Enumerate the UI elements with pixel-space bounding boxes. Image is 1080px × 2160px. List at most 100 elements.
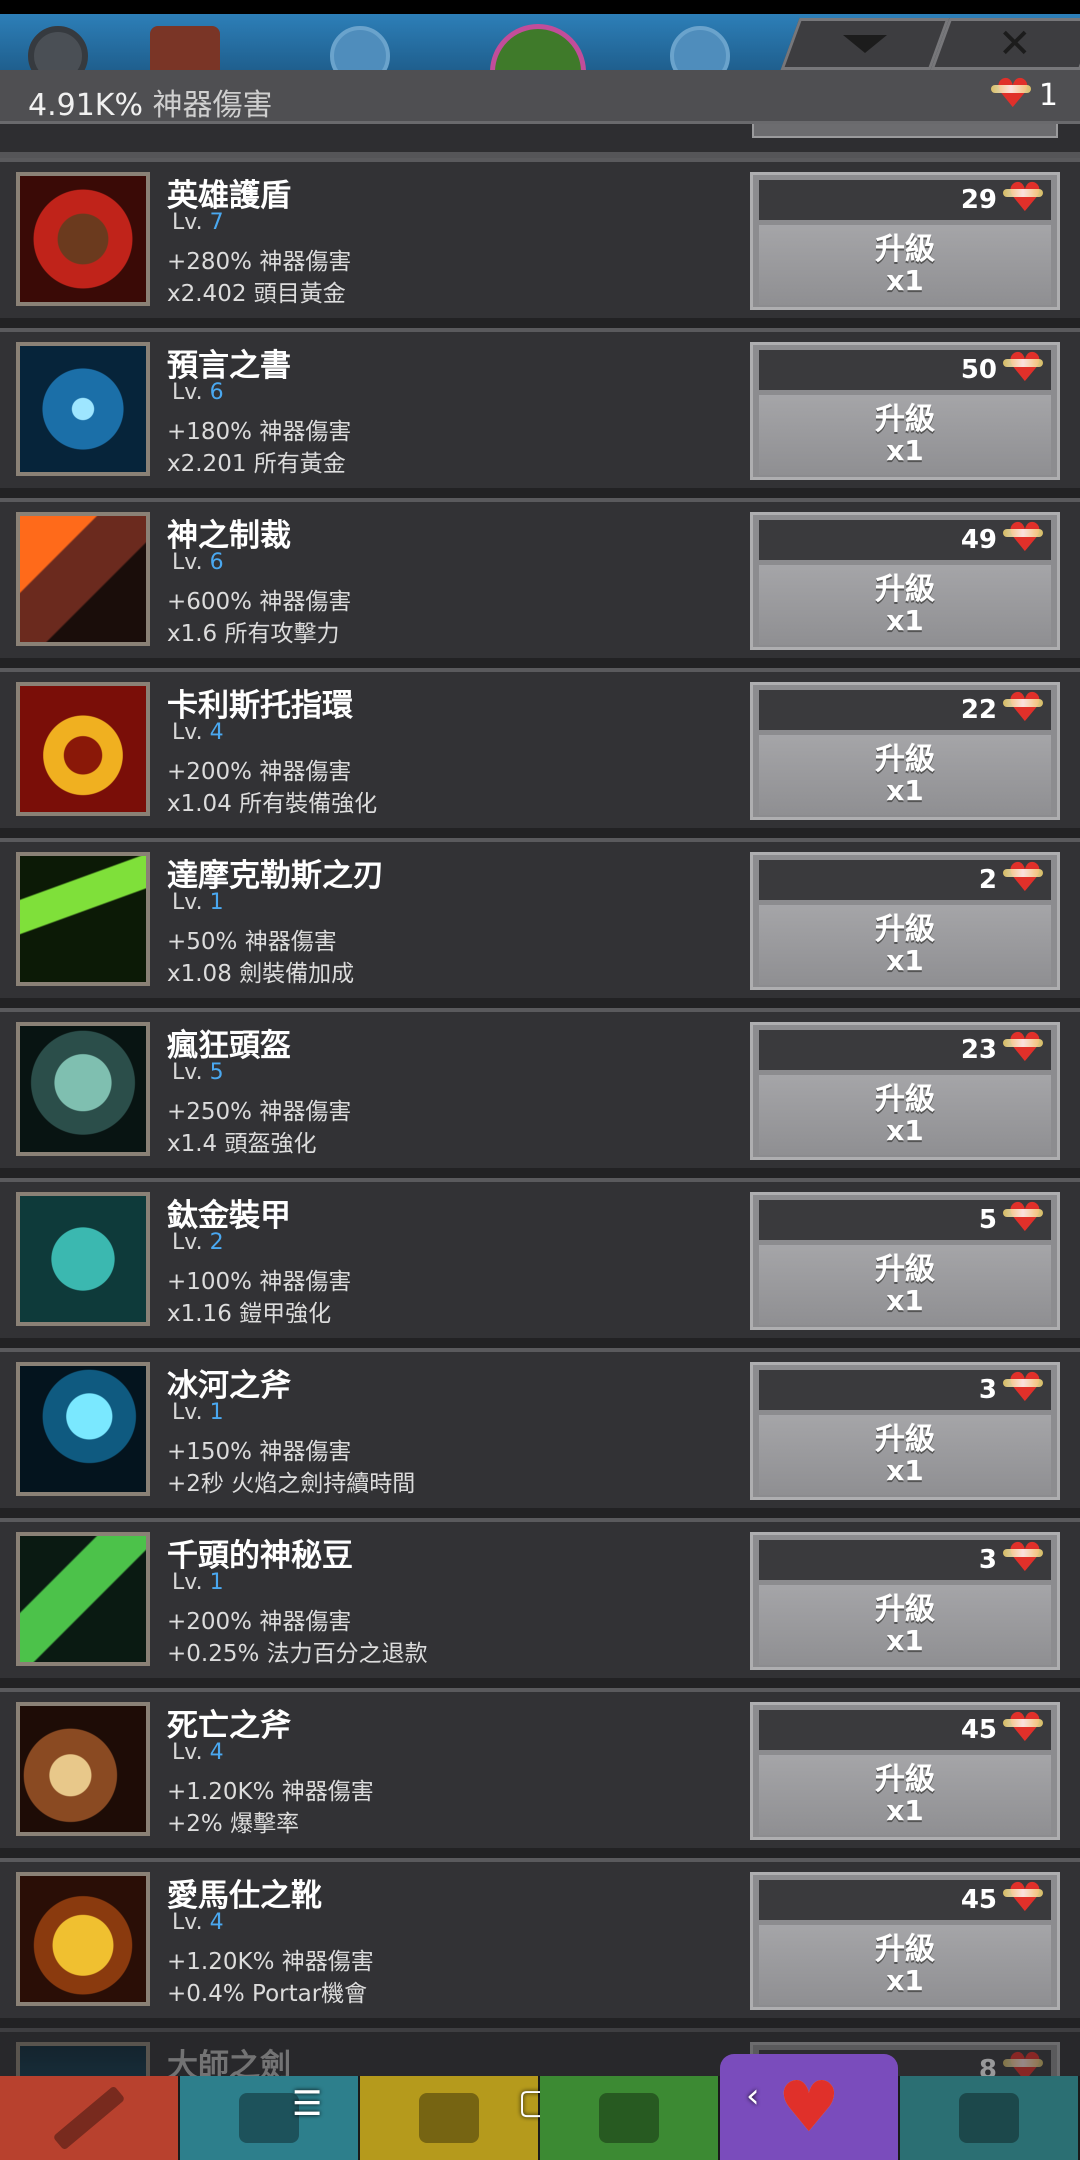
cost-value: 50 bbox=[960, 355, 997, 385]
upgrade-panel: 2 升級x1 bbox=[750, 852, 1060, 990]
artifact-icon-frame[interactable] bbox=[16, 1192, 150, 1326]
upgrade-cost: 22 bbox=[759, 685, 1051, 731]
upgrade-cost: 50 bbox=[759, 345, 1051, 391]
artifact-icon-frame[interactable] bbox=[16, 852, 150, 986]
artifact-damage-summary: 4.91K% 神器傷害 1 bbox=[0, 70, 1080, 124]
close-panel-button[interactable]: ✕ bbox=[930, 18, 1080, 70]
upgrade-button[interactable]: 升級 x1 bbox=[759, 225, 1051, 305]
system-menu-icon[interactable]: ☰ bbox=[292, 2084, 322, 2124]
level-number: 1 bbox=[209, 890, 224, 915]
level-number: 7 bbox=[209, 210, 224, 235]
relic-heart-icon bbox=[1003, 1365, 1043, 1411]
upgrade-button[interactable]: 升級 x1 bbox=[759, 905, 1051, 985]
artifact-damage-bonus: +250% 神器傷害 bbox=[167, 1099, 352, 1125]
artifact-icon-frame[interactable] bbox=[16, 172, 150, 306]
upgrade-multiplier: x1 bbox=[886, 1794, 924, 1828]
collapse-panel-button[interactable] bbox=[780, 18, 950, 70]
hero-portrait-icon[interactable] bbox=[490, 24, 586, 70]
level-prefix: Lv. bbox=[172, 890, 203, 915]
upgrade-button[interactable]: 升級 x1 bbox=[759, 1755, 1051, 1835]
upgrade-cost: 2 bbox=[759, 855, 1051, 901]
heart-relic-icon: ♥ bbox=[777, 2066, 841, 2148]
artifact-row: 瘋狂頭盔Lv. 5 +250% 神器傷害 x1.4 頭盔強化 23 升級x1 bbox=[0, 1008, 1080, 1178]
artifact-secondary-bonus: x2.201 所有黃金 bbox=[167, 451, 346, 477]
artifact-secondary-bonus: +2秒 火焰之劍持續時間 bbox=[167, 1471, 416, 1497]
artifact-level: Lv. 2 bbox=[172, 1230, 224, 1255]
upgrade-multiplier: x1 bbox=[886, 1964, 924, 1998]
artifact-name: 死亡之斧 bbox=[167, 1708, 291, 1744]
artifact-damage-bonus: +200% 神器傷害 bbox=[167, 759, 352, 785]
upgrade-label: 升級 bbox=[875, 1932, 935, 1968]
artifact-secondary-bonus: +0.4% Portar機會 bbox=[167, 1981, 368, 2007]
artifact-name: 英雄護盾 bbox=[167, 178, 291, 214]
upgrade-button[interactable]: 升級 x1 bbox=[759, 395, 1051, 475]
artifact-icon-frame[interactable] bbox=[16, 1702, 150, 1836]
artifact-icon-frame[interactable] bbox=[16, 1022, 150, 1156]
upgrade-button[interactable]: 升級 x1 bbox=[759, 1585, 1051, 1665]
level-number: 2 bbox=[209, 1230, 224, 1255]
settings-gear-icon[interactable] bbox=[28, 26, 88, 70]
tab-sword[interactable] bbox=[0, 2076, 180, 2160]
upgrade-button[interactable]: 升級 x1 bbox=[759, 1245, 1051, 1325]
tab-artifacts[interactable]: ♥ ‹ bbox=[720, 2054, 900, 2160]
shield-icon bbox=[20, 176, 146, 302]
upgrade-label: 升級 bbox=[875, 1762, 935, 1798]
artifact-damage-bonus: +100% 神器傷害 bbox=[167, 1269, 352, 1295]
upgrade-button[interactable]: 升級 x1 bbox=[759, 565, 1051, 645]
total-damage-value: 4.91K% bbox=[28, 88, 143, 123]
relic-heart-icon bbox=[1003, 515, 1043, 561]
clan-swords-icon[interactable] bbox=[150, 26, 220, 70]
tab-shop[interactable] bbox=[900, 2076, 1080, 2160]
artifact-icon-frame[interactable] bbox=[16, 1872, 150, 2006]
artifact-secondary-bonus: x1.6 所有攻擊力 bbox=[167, 621, 340, 647]
menu-circle-icon[interactable] bbox=[330, 26, 390, 70]
level-prefix: Lv. bbox=[172, 1740, 203, 1765]
artifact-name: 鈦金裝甲 bbox=[167, 1198, 291, 1234]
upgrade-label: 升級 bbox=[875, 402, 935, 438]
artifact-secondary-bonus: x1.16 鎧甲強化 bbox=[167, 1301, 332, 1327]
level-prefix: Lv. bbox=[172, 550, 203, 575]
pet-icon bbox=[599, 2093, 659, 2143]
artifact-name: 千頭的神秘豆 bbox=[167, 1538, 353, 1574]
level-prefix: Lv. bbox=[172, 1570, 203, 1595]
upgrade-panel: 22 升級x1 bbox=[750, 682, 1060, 820]
relic-count: 1 bbox=[1038, 78, 1058, 113]
artifact-list[interactable]: 英雄護盾Lv. 7+280% 神器傷害x2.402 頭目黃金29升級x1預言之書… bbox=[0, 124, 1080, 2160]
blade-icon bbox=[20, 856, 146, 982]
artifact-damage-bonus: +150% 神器傷害 bbox=[167, 1439, 352, 1465]
upgrade-button[interactable]: 升級 x1 bbox=[759, 735, 1051, 815]
hammer-icon bbox=[20, 516, 146, 642]
artifact-icon-frame[interactable] bbox=[16, 342, 150, 476]
upgrade-label: 升級 bbox=[875, 912, 935, 948]
helmet-icon bbox=[20, 1026, 146, 1152]
viking-icon bbox=[239, 2093, 299, 2143]
artifact-icon-frame[interactable] bbox=[16, 682, 150, 816]
artifact-level: Lv. 5 bbox=[172, 1060, 224, 1085]
axe-icon bbox=[20, 1366, 146, 1492]
artifact-level: Lv. 1 bbox=[172, 890, 224, 915]
system-back-icon[interactable]: ‹ bbox=[746, 2076, 760, 2116]
total-damage-label: 神器傷害 bbox=[152, 88, 273, 123]
upgrade-label: 升級 bbox=[875, 1422, 935, 1458]
tab-pets[interactable] bbox=[540, 2076, 720, 2160]
artifact-icon-frame[interactable] bbox=[16, 1362, 150, 1496]
artifact-icon-frame[interactable] bbox=[16, 512, 150, 646]
cost-value: 45 bbox=[960, 1715, 997, 1745]
upgrade-button[interactable]: 升級 x1 bbox=[759, 1925, 1051, 2005]
menu-circle-icon[interactable] bbox=[670, 26, 730, 70]
artifact-secondary-bonus: +2% 爆擊率 bbox=[167, 1811, 300, 1837]
tab-equipment[interactable]: ▢ bbox=[360, 2076, 550, 2160]
upgrade-panel: 49 升級x1 bbox=[750, 512, 1060, 650]
cost-value: 23 bbox=[960, 1035, 997, 1065]
cost-value: 29 bbox=[960, 185, 997, 215]
upgrade-panel: 23 升級x1 bbox=[750, 1022, 1060, 1160]
artifact-icon-frame[interactable] bbox=[16, 1532, 150, 1666]
artifact-level: Lv. 1 bbox=[172, 1570, 224, 1595]
skull-axe-icon bbox=[20, 1706, 146, 1832]
tab-heroes[interactable]: ☰ bbox=[180, 2076, 360, 2160]
artifact-level: Lv. 4 bbox=[172, 720, 224, 745]
upgrade-button[interactable]: 升級 x1 bbox=[759, 1415, 1051, 1495]
upgrade-button[interactable]: 升級 x1 bbox=[759, 1075, 1051, 1155]
level-prefix: Lv. bbox=[172, 720, 203, 745]
upgrade-cost: 29 bbox=[759, 175, 1051, 221]
